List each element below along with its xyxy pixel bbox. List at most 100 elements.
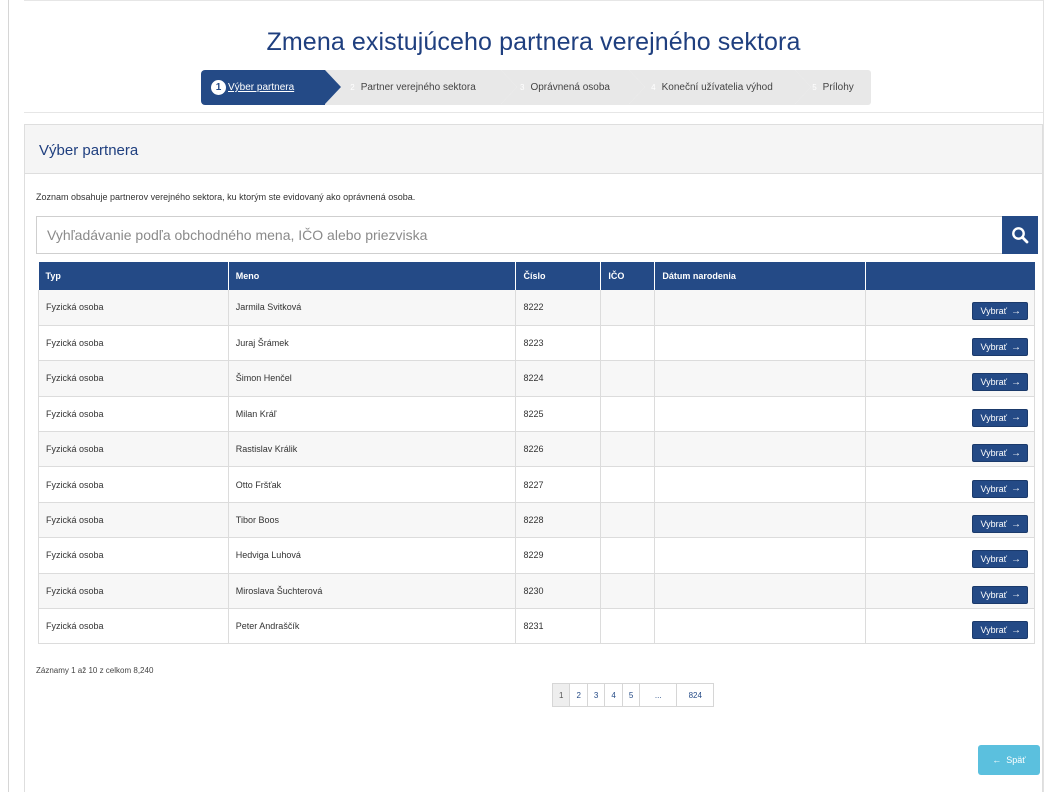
cell-ico — [600, 502, 656, 539]
cell-datum-narodenia — [654, 396, 867, 433]
table-row: Fyzická osoba Milan Kráľ 8225 Vybrať → — [38, 396, 1035, 433]
table-row: Fyzická osoba Šimon Henčel 8224 Vybrať → — [38, 360, 1035, 397]
step-konecni-uzivatelia-vyhod[interactable]: 4 Koneční užívatelia výhod — [629, 70, 811, 105]
cell-datum-narodenia — [654, 466, 867, 503]
frame-left-border — [8, 0, 9, 792]
cell-datum-narodenia — [654, 502, 867, 539]
cell-actions: Vybrať → — [865, 466, 1035, 503]
step-opravnena-osoba[interactable]: 3 Oprávnená osoba — [501, 70, 645, 105]
select-partner-button[interactable]: Vybrať → — [972, 550, 1028, 569]
cell-datum-narodenia — [654, 290, 867, 326]
panel-title: Výber partnera — [25, 125, 1042, 174]
search-button[interactable] — [1002, 216, 1038, 254]
cell-typ: Fyzická osoba — [38, 573, 229, 610]
table-body: Fyzická osoba Jarmila Svitková 8222 Vybrať →… — [38, 290, 1035, 645]
select-partner-button[interactable]: Vybrať → — [972, 479, 1028, 498]
pagination: 1 2 3 4 5... 824 — [552, 683, 715, 707]
cell-meno: Hedviga Luhová — [228, 537, 517, 574]
col-header-cislo[interactable]: Číslo — [515, 262, 602, 290]
cell-cislo: 8227 — [515, 466, 602, 503]
select-button-label: Vybrať — [980, 589, 1007, 600]
arrow-right-icon: → — [1011, 483, 1021, 495]
col-header-typ[interactable]: Typ — [38, 262, 229, 290]
step-label: Oprávnená osoba — [530, 82, 610, 93]
back-button-label: Späť — [1006, 755, 1026, 765]
select-button-label: Vybrať — [980, 519, 1007, 530]
step-number: 4 — [651, 83, 656, 92]
step-arrow-icon — [795, 70, 811, 104]
search-bar — [36, 216, 1038, 254]
col-header-meno[interactable]: Meno — [228, 262, 517, 290]
cell-cislo: 8228 — [515, 502, 602, 539]
cell-meno: Jarmila Svitková — [228, 290, 517, 326]
cell-actions: Vybrať → — [865, 608, 1035, 645]
select-partner-button[interactable]: Vybrať → — [972, 444, 1028, 463]
cell-cislo: 8230 — [515, 573, 602, 610]
records-info: Záznamy 1 až 10 z celkom 8,240 — [36, 666, 154, 675]
cell-meno: Miroslava Šuchterová — [228, 573, 517, 610]
cell-typ: Fyzická osoba — [38, 325, 229, 362]
select-partner-button[interactable]: Vybrať → — [972, 585, 1028, 604]
cell-meno: Peter Andraščík — [228, 608, 517, 645]
table-row: Fyzická osoba Juraj Šrámek 8223 Vybrať → — [38, 325, 1035, 362]
header-divider — [24, 112, 1043, 113]
cell-cislo: 8223 — [515, 325, 602, 362]
cell-datum-narodenia — [654, 573, 867, 610]
select-button-label: Vybrať — [980, 448, 1007, 459]
cell-actions: Vybrať → — [865, 396, 1035, 433]
step-partner-verejneho-sektora[interactable]: 2 Partner verejného sektora — [325, 70, 517, 105]
table-row: Fyzická osoba Rastislav Králik 8226 Vybrať → — [38, 431, 1035, 468]
cell-meno: Tibor Boos — [228, 502, 517, 539]
table-header-row: Typ Meno Číslo IČO Dátum narodenia — [38, 262, 1035, 290]
cell-ico — [600, 360, 656, 397]
cell-typ: Fyzická osoba — [38, 502, 229, 539]
cell-cislo: 8231 — [515, 608, 602, 645]
step-number: 3 — [520, 83, 525, 92]
select-partner-button[interactable]: Vybrať → — [972, 338, 1028, 357]
cell-meno: Šimon Henčel — [228, 360, 517, 397]
select-partner-button[interactable]: Vybrať → — [972, 621, 1028, 640]
cell-ico — [600, 466, 656, 503]
page-link[interactable]: 4 — [604, 683, 623, 707]
col-header-ico[interactable]: IČO — [600, 262, 656, 290]
page-link[interactable]: 2 — [569, 683, 588, 707]
select-partner-button[interactable]: Vybrať → — [972, 373, 1028, 392]
cell-cislo: 8222 — [515, 290, 602, 326]
select-partner-button[interactable]: Vybrať → — [972, 408, 1028, 427]
cell-meno: Milan Kráľ — [228, 396, 517, 433]
table-row: Fyzická osoba Otto Fršťak 8227 Vybrať → — [38, 466, 1035, 503]
step-label: Prílohy — [822, 82, 854, 93]
select-button-label: Vybrať — [980, 306, 1007, 317]
cell-ico — [600, 325, 656, 362]
col-header-datum-narodenia[interactable]: Dátum narodenia — [654, 262, 867, 290]
page-title: Zmena existujúceho partnera verejného se… — [266, 28, 801, 56]
cell-ico — [600, 608, 656, 645]
arrow-right-icon: → — [1011, 589, 1021, 601]
select-partner-button[interactable]: Vybrať → — [972, 515, 1028, 534]
back-button[interactable]: ← Späť — [978, 745, 1040, 775]
page-link[interactable]: 3 — [586, 683, 606, 707]
cell-datum-narodenia — [654, 608, 867, 645]
select-partner-button[interactable]: Vybrať → — [972, 302, 1028, 321]
table-row: Fyzická osoba Hedviga Luhová 8229 Vybrať → — [38, 537, 1035, 574]
page-link[interactable]: ... — [639, 683, 678, 707]
page-link[interactable]: 824 — [676, 683, 715, 707]
arrow-right-icon: → — [1011, 624, 1021, 636]
search-input[interactable] — [36, 216, 1002, 254]
arrow-right-icon: → — [1011, 412, 1021, 424]
frame-right-border — [1043, 0, 1044, 792]
arrow-right-icon: → — [1011, 305, 1021, 317]
col-header-actions — [865, 262, 1035, 290]
page-link[interactable]: 1 — [552, 683, 571, 707]
search-icon — [1012, 227, 1029, 244]
step-label: Výber partnera — [228, 82, 295, 93]
step-vyber-partnera[interactable]: 1 Výber partnera — [201, 70, 341, 105]
cell-datum-narodenia — [654, 360, 867, 397]
cell-cislo: 8229 — [515, 537, 602, 574]
cell-actions: Vybrať → — [865, 573, 1035, 610]
cell-ico — [600, 537, 656, 574]
cell-typ: Fyzická osoba — [38, 608, 229, 645]
select-button-label: Vybrať — [980, 483, 1007, 494]
step-number: 5 — [812, 83, 817, 92]
page-link[interactable]: 5 — [621, 683, 641, 707]
